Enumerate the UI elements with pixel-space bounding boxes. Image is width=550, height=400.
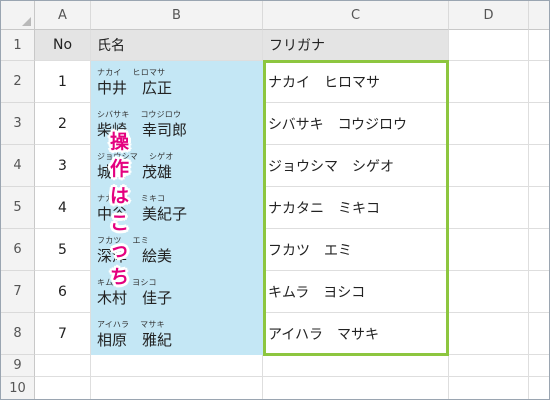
row-header-2[interactable]: 2 (1, 61, 35, 103)
furigana-cell[interactable]: キムラ ヨシコ (263, 271, 449, 313)
empty-cell[interactable] (449, 187, 529, 229)
empty-cell[interactable] (449, 271, 529, 313)
header-no-cell[interactable]: No (35, 30, 91, 61)
row-header-7[interactable]: 7 (1, 271, 35, 313)
select-all-triangle-icon (22, 17, 31, 26)
empty-cell[interactable] (529, 271, 549, 313)
row-header-6[interactable]: 6 (1, 229, 35, 271)
header-name-cell[interactable]: 氏名 (91, 30, 263, 61)
empty-cell[interactable] (263, 377, 449, 399)
empty-cell[interactable] (35, 377, 91, 399)
row-header-4[interactable]: 4 (1, 145, 35, 187)
row-header-3[interactable]: 3 (1, 103, 35, 145)
column-header-a[interactable]: A (35, 1, 91, 30)
cell-d1[interactable] (449, 30, 529, 61)
empty-cell[interactable] (91, 355, 263, 377)
empty-cell[interactable] (529, 61, 549, 103)
no-cell[interactable]: 2 (35, 103, 91, 145)
name-text: 中井 広正 (97, 79, 173, 97)
empty-cell[interactable] (449, 61, 529, 103)
empty-cell[interactable] (529, 103, 549, 145)
empty-cell[interactable] (529, 313, 549, 355)
row-header-8[interactable]: 8 (1, 313, 35, 355)
empty-cell[interactable] (529, 187, 549, 229)
no-cell[interactable]: 5 (35, 229, 91, 271)
empty-cell[interactable] (449, 377, 529, 399)
column-header-d[interactable]: D (449, 1, 529, 30)
row-header-10[interactable]: 10 (1, 377, 35, 399)
no-cell[interactable]: 4 (35, 187, 91, 229)
empty-cell[interactable] (35, 355, 91, 377)
select-all-corner[interactable] (1, 1, 35, 30)
column-header-overflow[interactable] (529, 1, 549, 30)
row-header-5[interactable]: 5 (1, 187, 35, 229)
furigana-cell[interactable]: シバサキ コウジロウ (263, 103, 449, 145)
row-header-9[interactable]: 9 (1, 355, 35, 377)
name-cell[interactable]: ナカイ ヒロマサ 中井 広正 (91, 61, 263, 103)
no-cell[interactable]: 6 (35, 271, 91, 313)
furigana-cell[interactable]: アイハラ マサキ (263, 313, 449, 355)
furigana-cell[interactable]: ナカイ ヒロマサ (263, 61, 449, 103)
no-cell[interactable]: 1 (35, 61, 91, 103)
cell-e1[interactable] (529, 30, 549, 61)
name-text: 木村 佳子 (97, 289, 173, 307)
empty-cell[interactable] (449, 145, 529, 187)
empty-cell[interactable] (91, 377, 263, 399)
furigana-cell[interactable]: ナカタニ ミキコ (263, 187, 449, 229)
empty-cell[interactable] (449, 229, 529, 271)
header-furigana-cell[interactable]: フリガナ (263, 30, 449, 61)
no-cell[interactable]: 3 (35, 145, 91, 187)
callout-label: 操作はこっち (110, 131, 131, 288)
empty-cell[interactable] (263, 355, 449, 377)
furigana-cell[interactable]: フカツ エミ (263, 229, 449, 271)
column-header-b[interactable]: B (91, 1, 263, 30)
empty-cell[interactable] (529, 145, 549, 187)
spreadsheet-window: A B C D 1 2 3 4 5 6 7 8 9 10 No 氏名 フリガナ … (0, 0, 550, 400)
empty-cell[interactable] (529, 377, 549, 399)
empty-cell[interactable] (529, 355, 549, 377)
no-cell[interactable]: 7 (35, 313, 91, 355)
empty-cell[interactable] (449, 103, 529, 145)
empty-cell[interactable] (529, 229, 549, 271)
column-header-c[interactable]: C (263, 1, 449, 30)
furigana-cell[interactable]: ジョウシマ シゲオ (263, 145, 449, 187)
name-text: 相原 雅紀 (97, 331, 173, 349)
name-text: 深津 絵美 (97, 247, 173, 265)
empty-cell[interactable] (449, 355, 529, 377)
name-text: 城島 茂雄 (97, 163, 173, 181)
name-cell[interactable]: アイハラ マサキ 相原 雅紀 (91, 313, 263, 355)
row-header-1[interactable]: 1 (1, 30, 35, 61)
empty-cell[interactable] (449, 313, 529, 355)
